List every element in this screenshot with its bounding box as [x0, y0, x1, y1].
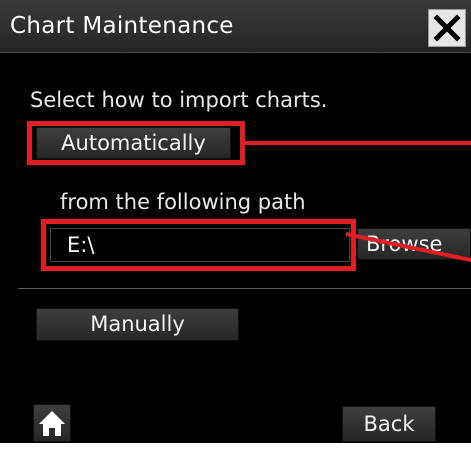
back-button[interactable]: Back — [342, 406, 436, 442]
manually-button[interactable]: Manually — [36, 308, 239, 341]
dialog-title: Chart Maintenance — [10, 13, 234, 39]
highlight-path — [41, 219, 356, 271]
home-icon — [39, 411, 65, 436]
close-icon — [433, 14, 461, 42]
divider — [18, 288, 471, 289]
callout-line-path — [346, 232, 471, 262]
callout-line-automatically — [245, 141, 471, 145]
highlight-automatically — [27, 121, 245, 165]
home-button[interactable] — [33, 404, 71, 442]
instruction-text: Select how to import charts. — [30, 88, 328, 112]
path-label: from the following path — [60, 190, 306, 214]
close-button[interactable] — [428, 9, 466, 47]
title-bar: Chart Maintenance — [0, 0, 471, 53]
